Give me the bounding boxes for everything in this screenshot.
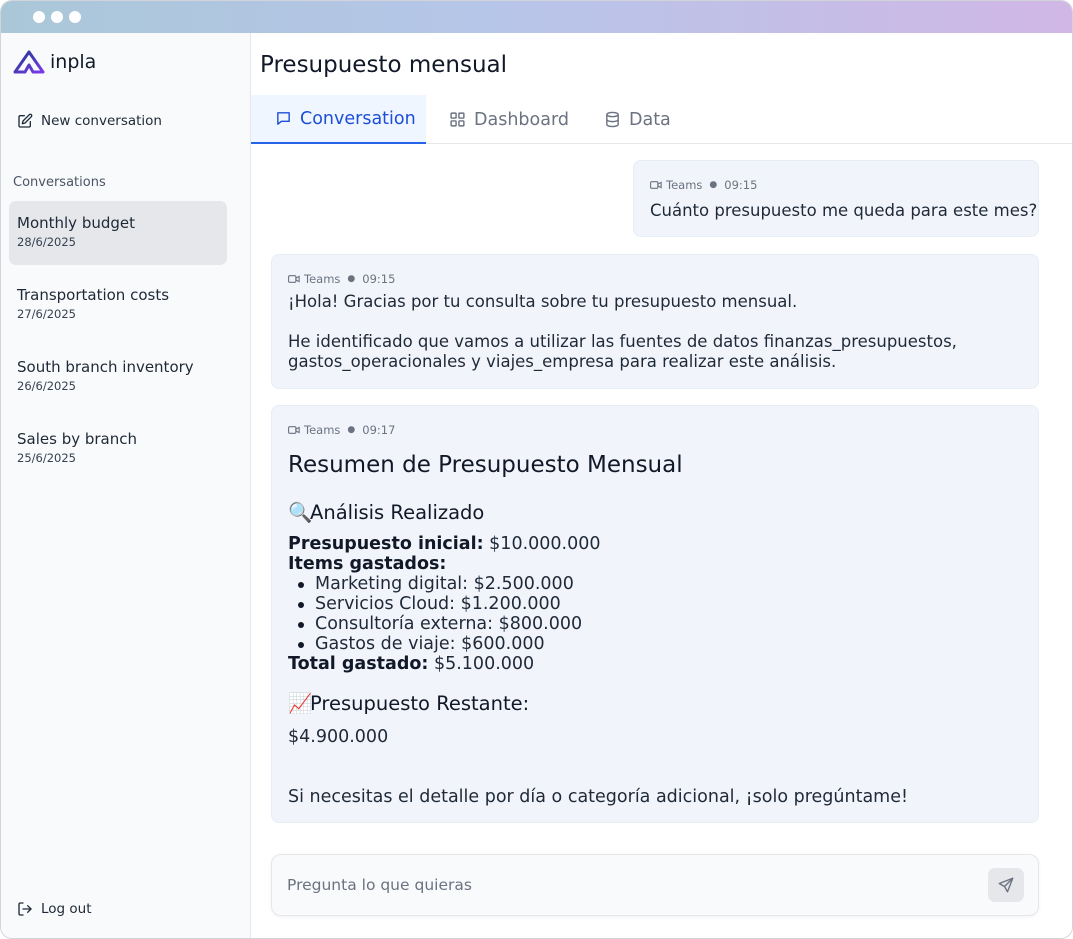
- total-spent-label: Total gastado:: [288, 654, 429, 674]
- remaining-heading-text: Presupuesto Restante:: [310, 692, 530, 715]
- logout-label: Log out: [41, 901, 92, 917]
- conversations-heading: Conversations: [13, 175, 106, 190]
- message-time: 09:17: [362, 423, 396, 437]
- message-source: Teams: [666, 178, 703, 192]
- message-time: 09:15: [362, 272, 396, 286]
- conversation-date: 28/6/2025: [17, 235, 76, 249]
- send-button[interactable]: [988, 868, 1024, 902]
- database-icon: [606, 111, 619, 128]
- meta-separator: ●: [709, 180, 718, 190]
- message-assistant-summary: Teams ● 09:17 Resumen de Presupuesto Men…: [271, 405, 1039, 823]
- message-text: Cuánto presupuesto me queda para este me…: [650, 201, 1038, 220]
- window-dot-close[interactable]: [33, 11, 45, 23]
- edit-icon: [18, 113, 33, 128]
- grid-icon: [450, 112, 465, 127]
- items-spent-line: Items gastados:: [288, 554, 1038, 574]
- message-user: Teams ● 09:15 Cuánto presupuesto me qued…: [633, 160, 1039, 237]
- items-spent-label: Items gastados:: [288, 554, 447, 574]
- conversation-item-south-branch-inventory[interactable]: South branch inventory 26/6/2025: [9, 345, 227, 409]
- list-item: Gastos de viaje: $600.000: [298, 634, 1038, 654]
- video-icon: [650, 181, 662, 189]
- initial-budget-value: $10.000.000: [489, 534, 601, 554]
- analysis-heading: 🔍Análisis Realizado: [288, 501, 1038, 525]
- video-icon: [288, 426, 300, 434]
- window-dot-maximize[interactable]: [69, 11, 81, 23]
- message-meta: Teams ● 09:17: [288, 423, 1038, 437]
- logo-text: inpla: [50, 51, 97, 73]
- tab-data[interactable]: Data: [604, 95, 671, 144]
- total-spent-line: Total gastado: $5.100.000: [288, 654, 1038, 674]
- message-paragraph: ¡Hola! Gracias por tu consulta sobre tu …: [288, 292, 798, 311]
- tab-conversation[interactable]: Conversation: [251, 95, 426, 144]
- send-icon: [998, 877, 1014, 893]
- initial-budget-label: Presupuesto inicial:: [288, 534, 484, 554]
- remaining-heading: 📈Presupuesto Restante:: [288, 692, 1038, 716]
- conversation-title: Transportation costs: [17, 286, 170, 304]
- message-source: Teams: [304, 423, 341, 437]
- logo[interactable]: inpla: [13, 49, 96, 75]
- conversation-date: 26/6/2025: [17, 379, 76, 393]
- summary-heading: Resumen de Presupuesto Mensual: [288, 452, 683, 478]
- message-time: 09:15: [724, 178, 758, 192]
- video-icon: [288, 275, 300, 283]
- conversation-title: Sales by branch: [17, 430, 137, 448]
- list-item: Servicios Cloud: $1.200.000: [298, 594, 1038, 614]
- sidebar: inpla New conversation Conversations Mon…: [1, 33, 251, 938]
- message-meta: Teams ● 09:15: [650, 178, 1038, 192]
- conversation-date: 25/6/2025: [17, 451, 76, 465]
- remaining-value: $4.900.000: [288, 727, 389, 747]
- conversation-item-transportation-costs[interactable]: Transportation costs 27/6/2025: [9, 273, 227, 337]
- analysis-heading-text: Análisis Realizado: [310, 501, 485, 524]
- message-assistant: Teams ● 09:15 ¡Hola! Gracias por tu cons…: [271, 254, 1039, 389]
- list-item: Marketing digital: $2.500.000: [298, 574, 1038, 594]
- conversation-title: South branch inventory: [17, 358, 194, 376]
- magnifier-icon: 🔍: [288, 501, 313, 524]
- closing-text: Si necesitas el detalle por día o catego…: [288, 787, 909, 807]
- conversation-title: Monthly budget: [17, 214, 136, 232]
- message-source: Teams: [304, 272, 341, 286]
- message-meta: Teams ● 09:15: [288, 272, 1038, 286]
- conversation-item-sales-by-branch[interactable]: Sales by branch 25/6/2025: [9, 417, 227, 481]
- tab-bar: Conversation Dashboard Data: [251, 95, 1072, 144]
- conversation-date: 27/6/2025: [17, 307, 76, 321]
- chat-input-box: [271, 854, 1039, 916]
- spent-items-list: Marketing digital: $2.500.000 Servicios …: [298, 574, 1038, 654]
- conversation-item-monthly-budget[interactable]: Monthly budget 28/6/2025: [9, 201, 227, 265]
- tab-label: Conversation: [300, 108, 416, 129]
- initial-budget-line: Presupuesto inicial: $10.000.000: [288, 534, 1038, 554]
- meta-separator: ●: [347, 274, 356, 284]
- main-panel: Presupuesto mensual Conversation Dashboa…: [251, 33, 1072, 938]
- window-dot-minimize[interactable]: [51, 11, 63, 23]
- tab-label: Data: [629, 109, 671, 130]
- new-conversation-label: New conversation: [41, 113, 162, 129]
- logout-icon: [18, 902, 32, 916]
- page-title: Presupuesto mensual: [260, 52, 508, 78]
- meta-separator: ●: [347, 425, 356, 435]
- list-item: Consultoría externa: $800.000: [298, 614, 1038, 634]
- new-conversation-button[interactable]: New conversation: [17, 113, 162, 129]
- chat-icon: [277, 112, 290, 125]
- chat-input[interactable]: [287, 874, 967, 896]
- total-spent-value: $5.100.000: [433, 654, 535, 674]
- chart-increasing-icon: 📈: [288, 692, 313, 715]
- title-bar: [1, 1, 1072, 33]
- logout-button[interactable]: Log out: [17, 901, 92, 917]
- app-window: inpla New conversation Conversations Mon…: [0, 0, 1073, 939]
- conversation-list: Monthly budget 28/6/2025 Transportation …: [9, 201, 227, 489]
- message-paragraph: He identificado que vamos a utilizar las…: [288, 332, 957, 371]
- logo-icon: [13, 50, 45, 74]
- tab-dashboard[interactable]: Dashboard: [449, 95, 569, 144]
- tab-label: Dashboard: [474, 109, 569, 130]
